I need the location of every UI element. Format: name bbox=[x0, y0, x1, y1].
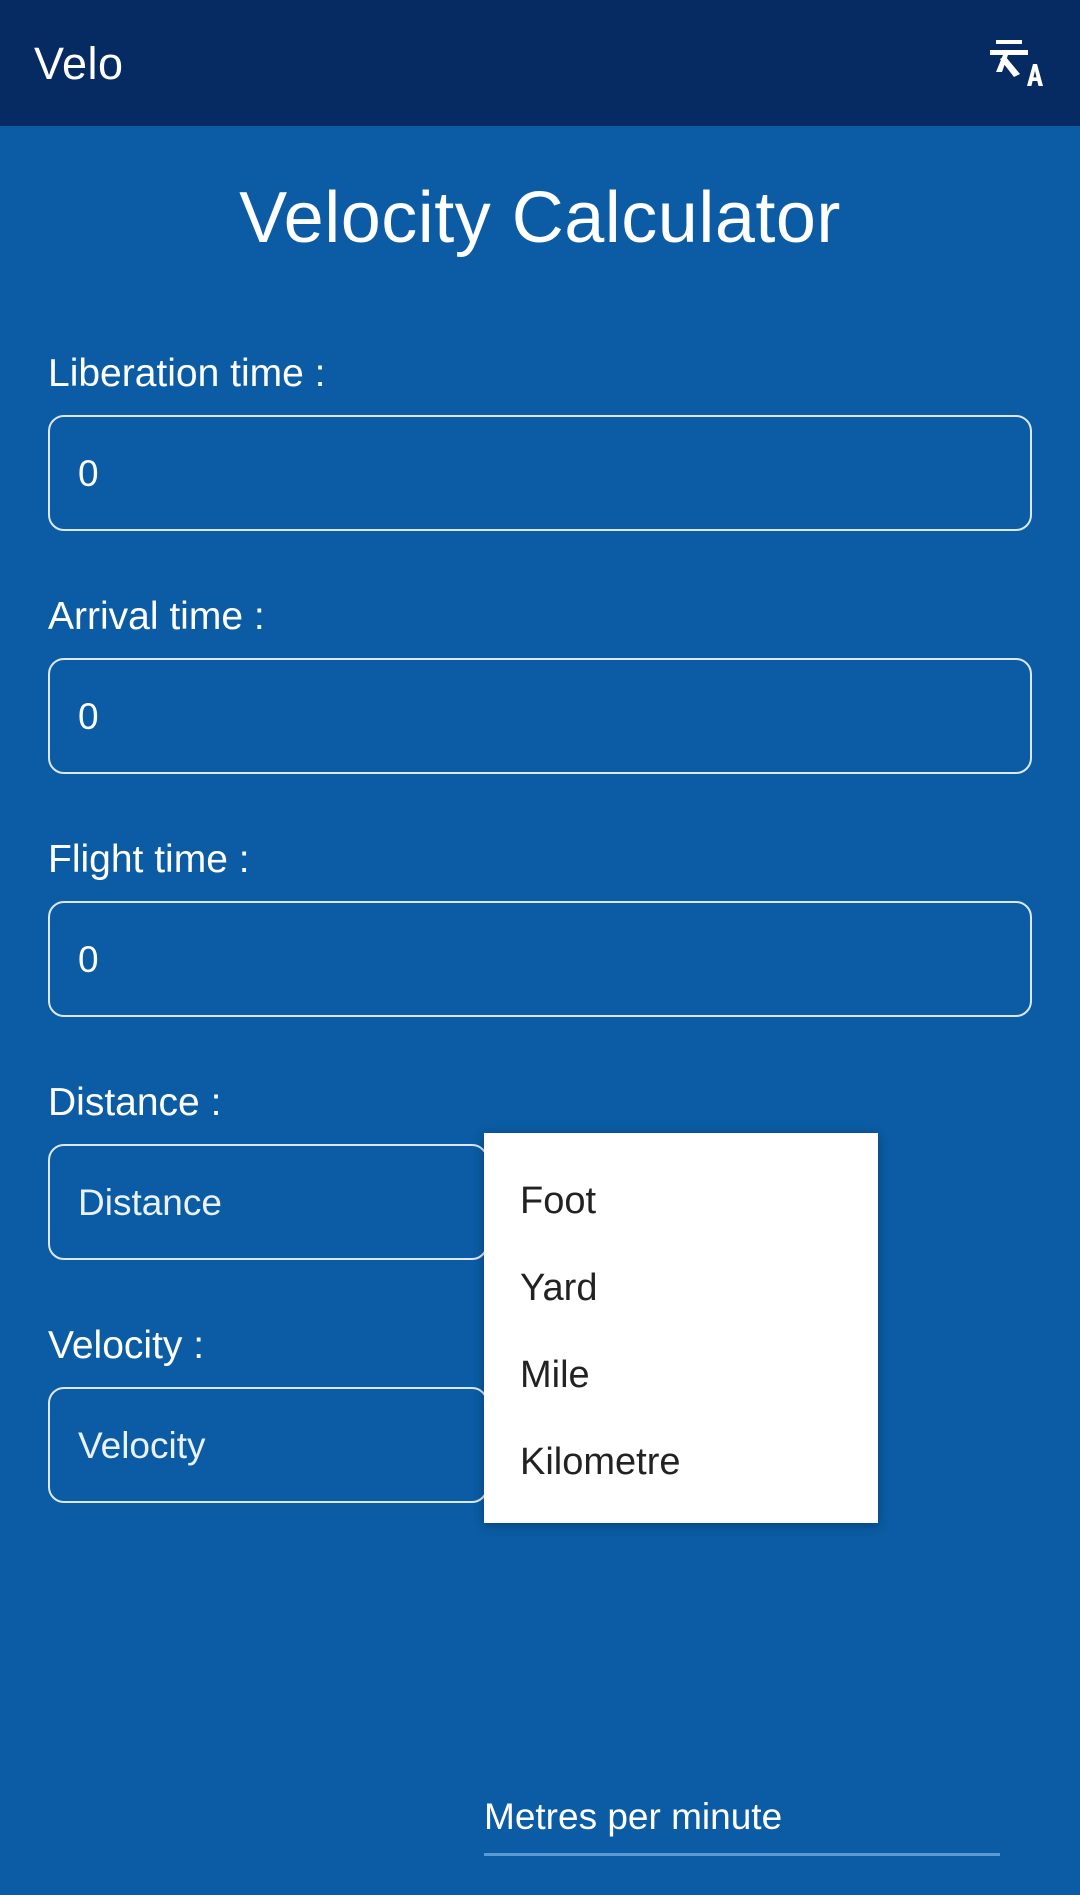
distance-placeholder: Distance bbox=[78, 1181, 222, 1223]
page-body: Velocity Calculator Liberation time : 0 … bbox=[0, 126, 1080, 1895]
field-flight-time: Flight time : 0 bbox=[0, 840, 1080, 1017]
field-label-arrival-time: Arrival time : bbox=[48, 595, 265, 638]
liberation-time-input[interactable]: 0 bbox=[48, 415, 1032, 531]
field-arrival-time: Arrival time : 0 bbox=[0, 597, 1080, 774]
liberation-time-value: 0 bbox=[78, 452, 99, 494]
flight-time-value: 0 bbox=[78, 938, 99, 980]
velocity-placeholder: Velocity bbox=[78, 1424, 206, 1466]
field-liberation-time: Liberation time : 0 bbox=[0, 354, 1080, 531]
field-label-flight-time: Flight time : bbox=[48, 838, 250, 881]
dropdown-option-kilometre[interactable]: Kilometre bbox=[484, 1418, 878, 1505]
translate-icon[interactable] bbox=[984, 32, 1046, 94]
app-bar: Velo bbox=[0, 0, 1080, 126]
field-label-liberation-time: Liberation time : bbox=[48, 352, 326, 395]
flight-time-input[interactable]: 0 bbox=[48, 901, 1032, 1017]
dropdown-option-mile[interactable]: Mile bbox=[484, 1331, 878, 1418]
velocity-unit-spinner[interactable]: Metres per minute bbox=[484, 1798, 1000, 1856]
page-title: Velocity Calculator bbox=[239, 178, 841, 258]
distance-unit-dropdown[interactable]: Foot Yard Mile Kilometre bbox=[484, 1133, 878, 1523]
field-label-distance: Distance : bbox=[48, 1081, 222, 1124]
arrival-time-input[interactable]: 0 bbox=[48, 658, 1032, 774]
dropdown-option-foot[interactable]: Foot bbox=[484, 1157, 878, 1244]
dropdown-option-yard[interactable]: Yard bbox=[484, 1244, 878, 1331]
distance-input[interactable]: Distance bbox=[48, 1144, 488, 1260]
arrival-time-value: 0 bbox=[78, 695, 99, 737]
velocity-unit-selected: Metres per minute bbox=[484, 1796, 783, 1837]
app-title: Velo bbox=[34, 37, 124, 89]
velocity-input[interactable]: Velocity bbox=[48, 1387, 488, 1503]
